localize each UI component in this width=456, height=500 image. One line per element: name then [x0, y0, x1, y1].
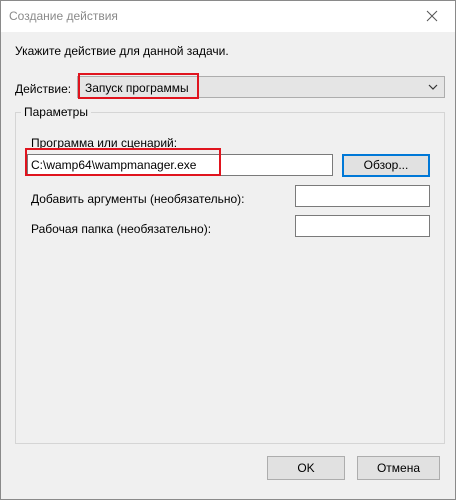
arguments-label: Добавить аргументы (необязательно):: [31, 192, 245, 206]
arguments-input[interactable]: [295, 185, 430, 207]
instruction-text: Укажите действие для данной задачи.: [15, 44, 229, 58]
window-title: Создание действия: [9, 9, 118, 23]
workdir-input[interactable]: [295, 215, 430, 237]
program-highlight-box: [25, 148, 221, 176]
browse-button[interactable]: Обзор...: [342, 154, 430, 177]
close-button[interactable]: [409, 1, 455, 32]
browse-button-label: Обзор...: [363, 158, 409, 172]
action-highlight-box: [78, 73, 199, 99]
title-bar: Создание действия: [1, 1, 455, 32]
cancel-button[interactable]: Отмена: [357, 456, 440, 480]
parameters-legend: Параметры: [21, 105, 91, 119]
cancel-button-label: Отмена: [376, 461, 421, 475]
workdir-label: Рабочая папка (необязательно):: [31, 222, 212, 236]
close-icon: [426, 10, 438, 22]
ok-button-label: OK: [297, 461, 315, 475]
action-label: Действие:: [15, 82, 72, 96]
ok-button[interactable]: OK: [267, 456, 345, 480]
chevron-down-icon: [428, 84, 438, 90]
create-action-dialog: Создание действия Укажите действие для д…: [0, 0, 456, 500]
